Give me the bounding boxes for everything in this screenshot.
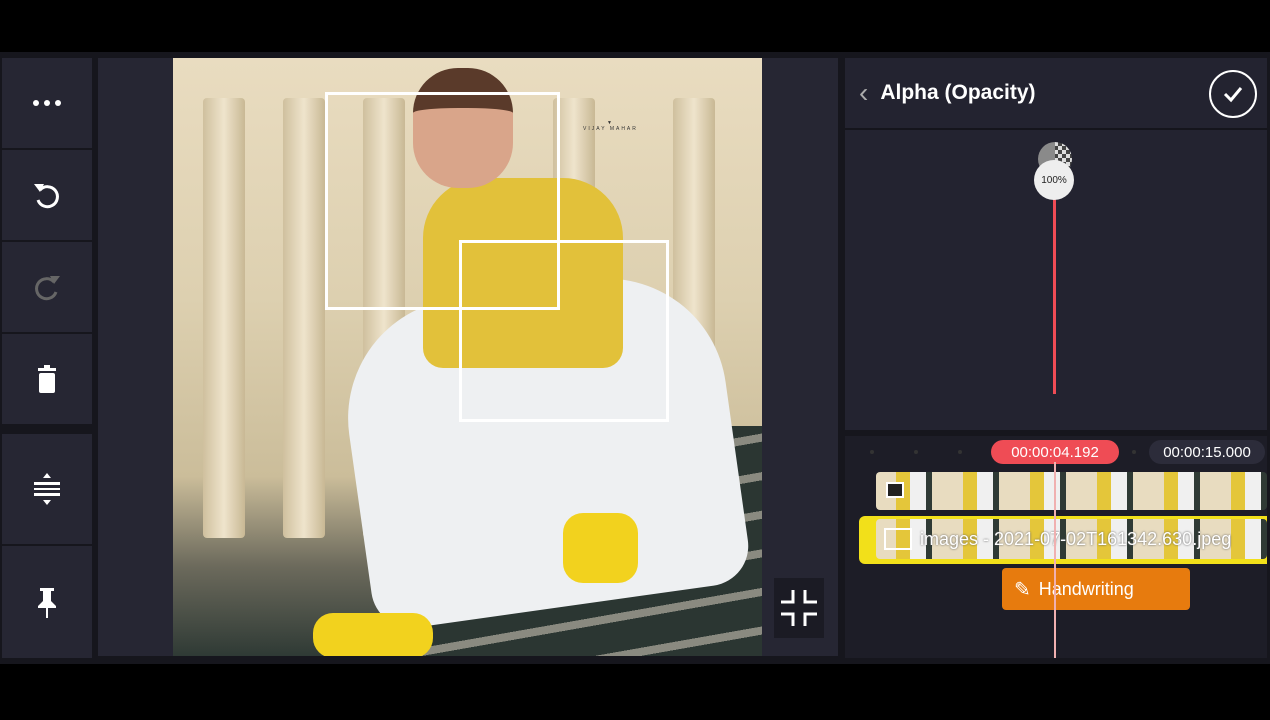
- total-time: 00:00:15.000: [1149, 440, 1265, 464]
- redo-button[interactable]: [2, 242, 92, 332]
- collapse-icon: [781, 590, 817, 626]
- more-button[interactable]: [2, 58, 92, 148]
- image-icon: [886, 482, 904, 498]
- alpha-panel: ‹ Alpha (Opacity) 100%: [845, 58, 1267, 430]
- clip-name: images - 2021-07-02T161342.630.jpeg: [920, 528, 1232, 549]
- watermark-logo: ▼ VIJAY MAHAR: [583, 120, 638, 132]
- pin-button[interactable]: [2, 546, 92, 658]
- current-time: 00:00:04.192: [991, 440, 1119, 464]
- brush-icon: ✎: [1014, 578, 1031, 601]
- back-icon[interactable]: ‹: [859, 77, 868, 109]
- confirm-button[interactable]: [1209, 70, 1257, 118]
- undo-icon: [34, 184, 59, 209]
- opacity-slider-knob[interactable]: 100%: [1034, 160, 1074, 200]
- check-icon: [1223, 87, 1243, 103]
- opacity-slider-track[interactable]: [1053, 188, 1056, 394]
- kinemaster-editor: ▼ VIJAY MAHAR ‹ Alpha (Opacity) 100% 00:0…: [0, 52, 1270, 664]
- preview-image: ▼ VIJAY MAHAR: [173, 58, 762, 656]
- image-icon: [884, 528, 912, 550]
- handwriting-layer-clip[interactable]: ✎ Handwriting: [1002, 568, 1190, 610]
- more-icon: [33, 100, 61, 106]
- main-clip-selected[interactable]: images - 2021-07-02T161342.630.jpeg: [859, 516, 1267, 564]
- playhead[interactable]: [1054, 462, 1056, 658]
- pin-icon: [38, 588, 56, 618]
- split-layers-icon: [34, 473, 60, 505]
- image-layer-clip[interactable]: [876, 472, 1267, 510]
- selection-frame[interactable]: [459, 240, 669, 422]
- undo-button[interactable]: [2, 150, 92, 240]
- split-button[interactable]: [2, 434, 92, 544]
- delete-icon: [38, 365, 56, 393]
- delete-button[interactable]: [2, 334, 92, 424]
- timeline[interactable]: 00:00:04.192 00:00:15.000 images - 2021-…: [845, 436, 1267, 658]
- redo-icon: [35, 276, 60, 301]
- video-preview[interactable]: ▼ VIJAY MAHAR: [98, 58, 838, 656]
- collapse-preview-button[interactable]: [774, 578, 824, 638]
- panel-title: Alpha (Opacity): [880, 81, 1036, 104]
